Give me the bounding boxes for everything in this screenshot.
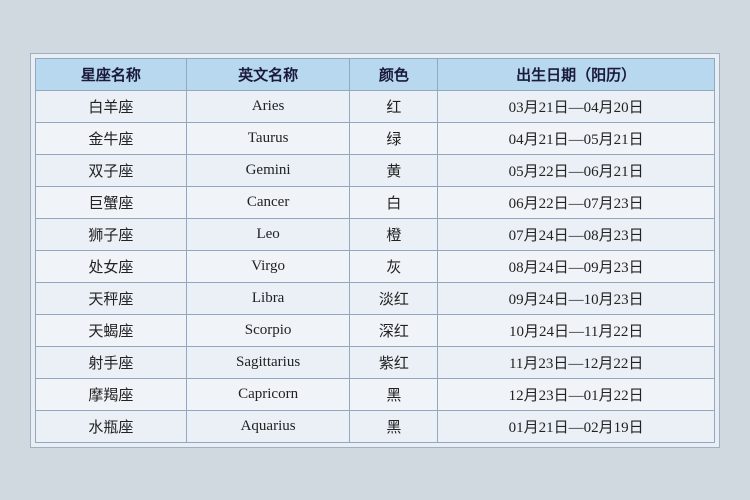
- cell-dates: 12月23日—01月22日: [438, 378, 715, 410]
- cell-chinese-name: 狮子座: [36, 218, 187, 250]
- cell-chinese-name: 天蝎座: [36, 314, 187, 346]
- cell-dates: 09月24日—10月23日: [438, 282, 715, 314]
- header-dates: 出生日期（阳历）: [438, 58, 715, 90]
- cell-chinese-name: 摩羯座: [36, 378, 187, 410]
- cell-dates: 04月21日—05月21日: [438, 122, 715, 154]
- cell-english-name: Scorpio: [186, 314, 349, 346]
- table-row: 双子座Gemini黄05月22日—06月21日: [36, 154, 715, 186]
- cell-dates: 07月24日—08月23日: [438, 218, 715, 250]
- cell-color: 白: [350, 186, 438, 218]
- table-header-row: 星座名称 英文名称 颜色 出生日期（阳历）: [36, 58, 715, 90]
- cell-color: 黑: [350, 378, 438, 410]
- cell-english-name: Aries: [186, 90, 349, 122]
- cell-english-name: Capricorn: [186, 378, 349, 410]
- cell-dates: 08月24日—09月23日: [438, 250, 715, 282]
- table-body: 白羊座Aries红03月21日—04月20日金牛座Taurus绿04月21日—0…: [36, 90, 715, 442]
- cell-dates: 06月22日—07月23日: [438, 186, 715, 218]
- cell-chinese-name: 双子座: [36, 154, 187, 186]
- cell-chinese-name: 白羊座: [36, 90, 187, 122]
- zodiac-table: 星座名称 英文名称 颜色 出生日期（阳历） 白羊座Aries红03月21日—04…: [35, 58, 715, 443]
- cell-color: 绿: [350, 122, 438, 154]
- cell-english-name: Cancer: [186, 186, 349, 218]
- cell-color: 黑: [350, 410, 438, 442]
- table-row: 巨蟹座Cancer白06月22日—07月23日: [36, 186, 715, 218]
- cell-dates: 01月21日—02月19日: [438, 410, 715, 442]
- table-row: 水瓶座Aquarius黑01月21日—02月19日: [36, 410, 715, 442]
- cell-chinese-name: 天秤座: [36, 282, 187, 314]
- cell-color: 黄: [350, 154, 438, 186]
- cell-color: 红: [350, 90, 438, 122]
- table-row: 狮子座Leo橙07月24日—08月23日: [36, 218, 715, 250]
- cell-color: 深红: [350, 314, 438, 346]
- cell-chinese-name: 巨蟹座: [36, 186, 187, 218]
- table-row: 摩羯座Capricorn黑12月23日—01月22日: [36, 378, 715, 410]
- header-english-name: 英文名称: [186, 58, 349, 90]
- table-row: 天蝎座Scorpio深红10月24日—11月22日: [36, 314, 715, 346]
- table-row: 金牛座Taurus绿04月21日—05月21日: [36, 122, 715, 154]
- cell-chinese-name: 处女座: [36, 250, 187, 282]
- zodiac-table-container: 星座名称 英文名称 颜色 出生日期（阳历） 白羊座Aries红03月21日—04…: [30, 53, 720, 448]
- cell-english-name: Libra: [186, 282, 349, 314]
- cell-english-name: Gemini: [186, 154, 349, 186]
- cell-dates: 10月24日—11月22日: [438, 314, 715, 346]
- table-row: 天秤座Libra淡红09月24日—10月23日: [36, 282, 715, 314]
- cell-dates: 11月23日—12月22日: [438, 346, 715, 378]
- cell-english-name: Taurus: [186, 122, 349, 154]
- table-row: 白羊座Aries红03月21日—04月20日: [36, 90, 715, 122]
- header-chinese-name: 星座名称: [36, 58, 187, 90]
- cell-chinese-name: 射手座: [36, 346, 187, 378]
- cell-english-name: Virgo: [186, 250, 349, 282]
- table-row: 射手座Sagittarius紫红11月23日—12月22日: [36, 346, 715, 378]
- cell-chinese-name: 金牛座: [36, 122, 187, 154]
- cell-english-name: Leo: [186, 218, 349, 250]
- cell-color: 橙: [350, 218, 438, 250]
- cell-color: 灰: [350, 250, 438, 282]
- cell-english-name: Sagittarius: [186, 346, 349, 378]
- header-color: 颜色: [350, 58, 438, 90]
- table-row: 处女座Virgo灰08月24日—09月23日: [36, 250, 715, 282]
- cell-dates: 05月22日—06月21日: [438, 154, 715, 186]
- cell-color: 紫红: [350, 346, 438, 378]
- cell-color: 淡红: [350, 282, 438, 314]
- cell-english-name: Aquarius: [186, 410, 349, 442]
- cell-dates: 03月21日—04月20日: [438, 90, 715, 122]
- cell-chinese-name: 水瓶座: [36, 410, 187, 442]
